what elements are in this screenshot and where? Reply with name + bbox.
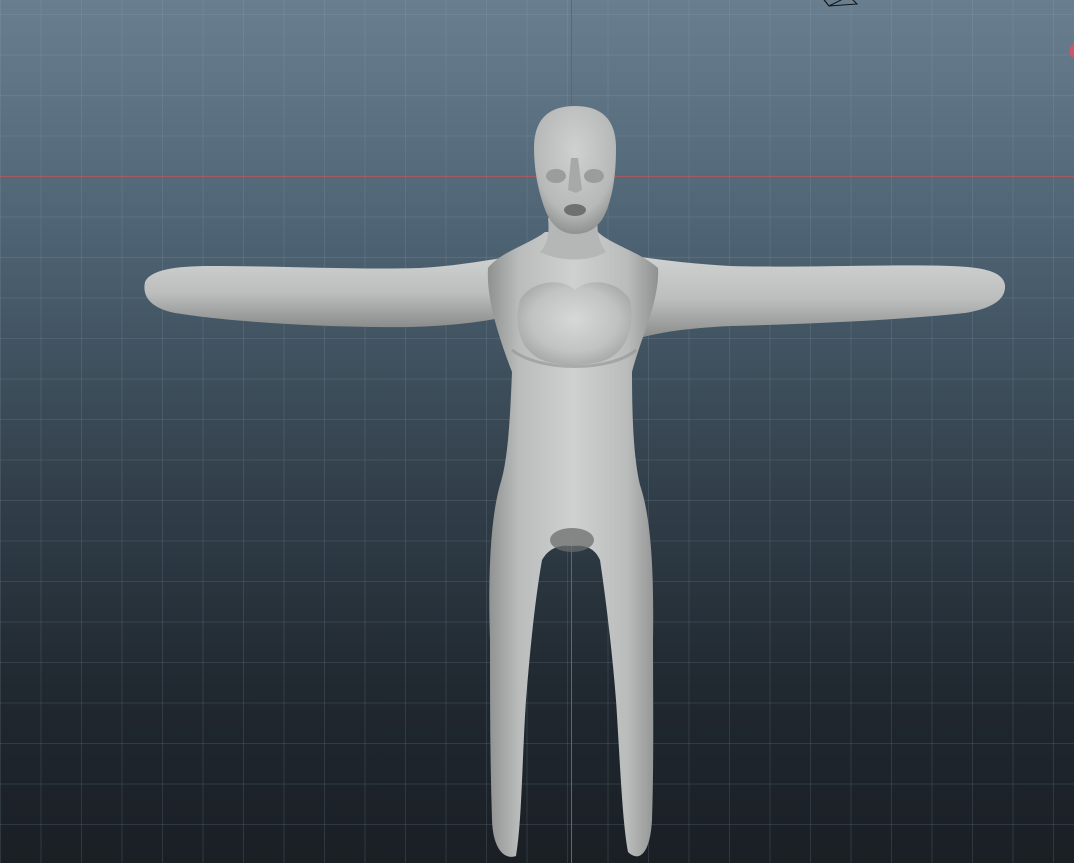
- right-eye-socket: [584, 169, 604, 183]
- chest: [517, 282, 632, 365]
- view-cube-icon[interactable]: [815, 0, 863, 14]
- right-arm: [606, 252, 1006, 338]
- mouth: [564, 204, 586, 216]
- sculpted-body-mesh[interactable]: [0, 0, 1074, 863]
- left-arm: [144, 252, 540, 328]
- 3d-viewport[interactable]: [0, 0, 1074, 863]
- left-eye-socket: [546, 169, 566, 183]
- crotch-shadow: [550, 528, 594, 552]
- axis-marker-icon: [1070, 44, 1074, 58]
